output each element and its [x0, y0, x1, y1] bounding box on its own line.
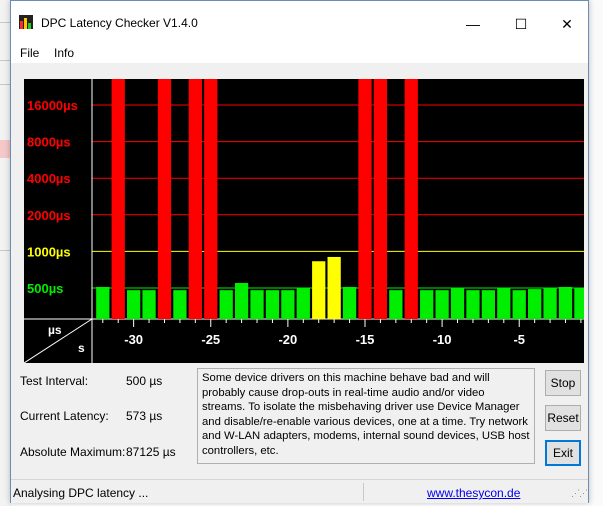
latency-bar: [250, 290, 264, 319]
status-text: Analysing DPC latency ...: [13, 486, 149, 500]
latency-bar: [450, 288, 465, 319]
latency-bar: [420, 290, 434, 319]
y-tick-label: 500µs: [27, 281, 63, 296]
current-latency-value: 573 µs: [126, 409, 163, 423]
absolute-maximum-label: Absolute Maximum:: [20, 445, 126, 459]
status-divider: [363, 483, 364, 501]
latency-bar: [512, 290, 526, 319]
y-tick-label: 8000µs: [27, 135, 71, 150]
latency-bar: [296, 288, 310, 319]
test-interval-label: Test Interval:: [20, 374, 89, 388]
test-interval-value: 500 µs: [126, 374, 163, 388]
latency-bar: [574, 288, 584, 319]
reset-button[interactable]: Reset: [545, 405, 581, 431]
app-window: DPC Latency Checker V1.4.0 — ☐ ✕ File In…: [10, 0, 589, 503]
latency-bar: [373, 79, 388, 319]
latency-bar: [142, 290, 156, 319]
latency-bar: [127, 290, 141, 319]
latency-bar: [466, 290, 480, 319]
latency-chart: 16000µs 8000µs 4000µs 2000µs 1000µs 500µs µs s…: [24, 79, 584, 363]
current-latency-label: Current Latency:: [20, 409, 109, 423]
close-icon: ✕: [561, 15, 573, 32]
x-tick-label: -20: [278, 332, 297, 347]
y-tick-label: 4000µs: [27, 171, 71, 186]
website-link[interactable]: www.thesycon.de: [427, 486, 520, 500]
latency-bar: [528, 289, 542, 319]
latency-bar: [157, 79, 172, 319]
latency-bar: [234, 282, 249, 319]
latency-bar: [188, 79, 202, 319]
y-tick-label: 1000µs: [27, 244, 71, 259]
exit-button[interactable]: Exit: [545, 440, 581, 466]
corner-y-unit: µs: [48, 323, 62, 337]
resize-grip-icon[interactable]: ⋰⋰: [571, 488, 588, 499]
y-tick-label: 16000µs: [27, 98, 78, 113]
latency-bar: [327, 256, 341, 319]
latency-bar: [342, 286, 357, 319]
status-bar: Analysing DPC latency ... www.thesycon.d…: [11, 479, 588, 503]
latency-bar: [111, 79, 125, 319]
latency-bar: [558, 286, 573, 319]
x-tick-label: -30: [124, 332, 143, 347]
latency-bar: [265, 290, 280, 319]
x-tick-label: -25: [201, 332, 220, 347]
app-bars-icon: [19, 15, 33, 29]
absolute-maximum-value: 87125 µs: [126, 445, 176, 459]
latency-bar: [435, 290, 449, 319]
latency-bar: [173, 290, 187, 319]
y-tick-label: 2000µs: [27, 208, 71, 223]
latency-bar: [96, 286, 110, 319]
stop-button[interactable]: Stop: [545, 370, 581, 396]
menu-bar: File Info: [11, 41, 588, 63]
menu-info[interactable]: Info: [54, 46, 74, 60]
x-tick-label: -15: [356, 332, 375, 347]
window-title: DPC Latency Checker V1.4.0: [41, 16, 198, 30]
menu-file[interactable]: File: [20, 46, 39, 60]
x-tick-label: -5: [513, 332, 525, 347]
chart-background: [24, 79, 584, 363]
background-window-right: [589, 0, 603, 506]
latency-bar: [543, 288, 557, 319]
latency-bar: [481, 290, 496, 319]
latency-bar: [312, 261, 326, 319]
latency-bar: [404, 79, 418, 319]
minimize-icon: —: [466, 16, 480, 32]
warning-message: Some device drivers on this machine beha…: [197, 368, 535, 464]
latency-bar: [358, 79, 372, 319]
latency-bar: [204, 79, 218, 319]
x-tick-label: -10: [433, 332, 452, 347]
latency-bar: [389, 290, 403, 319]
latency-bar: [497, 288, 511, 319]
maximize-icon: ☐: [514, 15, 528, 32]
latency-bar: [281, 290, 295, 319]
corner-x-unit: s: [78, 341, 85, 355]
latency-bar: [219, 290, 233, 319]
